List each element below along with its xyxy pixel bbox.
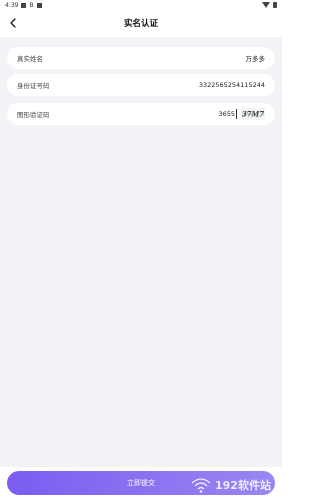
id-number-row: 身份证号码 3322565254115244 — [7, 74, 275, 96]
status-time: 4:39 — [5, 1, 19, 9]
captcha-image-text: 37M7 — [242, 110, 264, 119]
captcha-input[interactable]: 3655 — [195, 110, 235, 118]
name-label: 真实姓名 — [17, 55, 43, 63]
submit-button[interactable]: 立即提交 — [7, 471, 275, 495]
back-button[interactable] — [4, 14, 22, 32]
page-title: 实名认证 — [123, 19, 158, 29]
app-notification-icon — [36, 2, 42, 8]
text-cursor — [236, 109, 237, 119]
form-area: 真实姓名 万多多 身份证号码 3322565254115244 图形验证码 36… — [0, 37, 282, 467]
name-input[interactable]: 万多多 — [145, 53, 266, 63]
notification-icon — [21, 2, 27, 8]
name-row: 真实姓名 万多多 — [7, 47, 275, 69]
chevron-left-icon — [10, 18, 16, 28]
captcha-image-graphic: 37M7 — [241, 108, 265, 120]
id-number-input[interactable]: 3322565254115244 — [145, 81, 265, 89]
battery-icon — [273, 2, 277, 8]
wifi-icon — [262, 2, 270, 8]
captcha-row: 图形验证码 3655 37M7 — [7, 103, 275, 125]
nav-bar: 实名认证 — [0, 11, 282, 35]
id-number-label: 身份证号码 — [17, 82, 50, 90]
captcha-label: 图形验证码 — [17, 111, 50, 119]
captcha-image[interactable]: 37M7 — [241, 108, 265, 120]
status-bar: 4:39 B — [0, 0, 282, 10]
status-indicator: B — [29, 1, 34, 9]
